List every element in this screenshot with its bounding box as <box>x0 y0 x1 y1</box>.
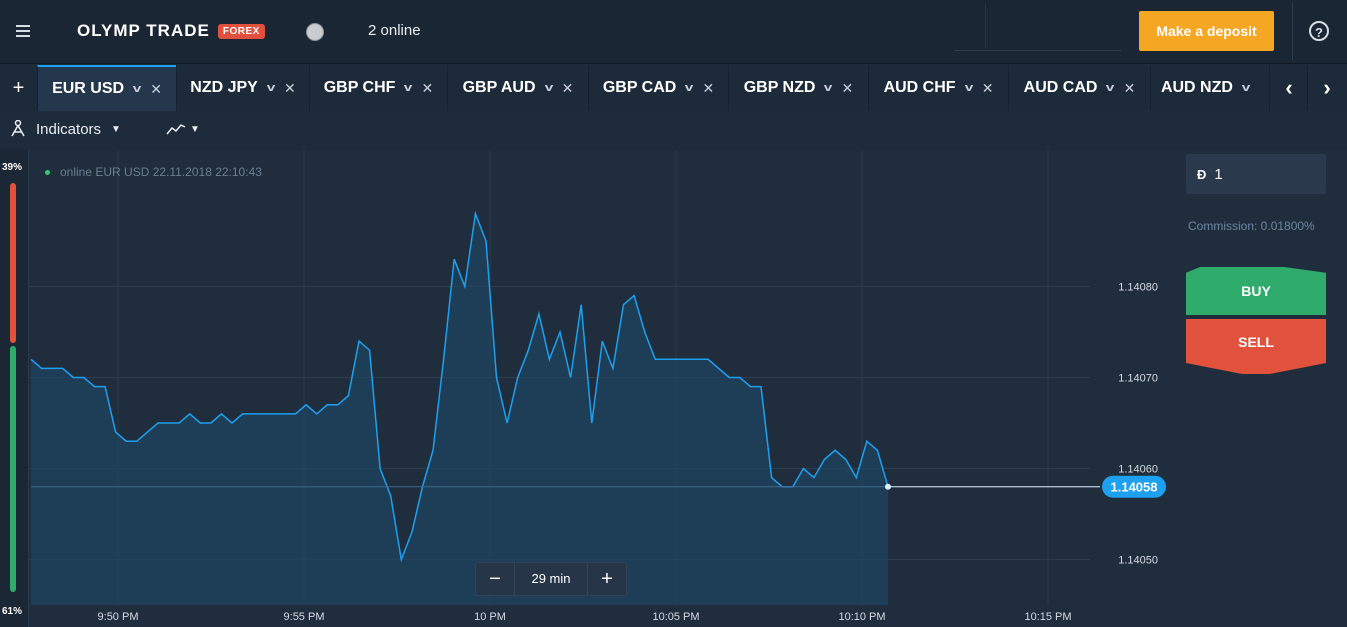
current-price-dot <box>885 483 891 490</box>
close-icon[interactable]: ✕ <box>284 80 296 97</box>
indicators-dropdown[interactable]: Indicators ▼ <box>10 120 121 138</box>
chart-legend: online EUR USD 22.11.2018 22:10:43 <box>45 165 262 179</box>
y-tick-label: 1.14050 <box>1118 555 1158 567</box>
tab-label: AUD CAD <box>1023 79 1098 96</box>
zoom-value: 29 min <box>514 563 588 595</box>
tab-nzd-jpy[interactable]: NZD JPY v ✕ <box>176 65 309 111</box>
current-price-label: 1.14058 <box>1111 480 1158 495</box>
x-tick-label: 10:05 PM <box>652 611 699 623</box>
price-chart[interactable]: 1.14080 1.14070 1.14060 1.14050 9:50 PM 9:55 … <box>0 150 1347 627</box>
tab-label: AUD CHF <box>883 79 956 96</box>
asset-tabs: + EUR USD v ✕ NZD JPY v ✕ GBP CHF v ✕ GB… <box>0 65 1347 112</box>
sell-sentiment-fill <box>10 183 16 343</box>
chevron-down-icon[interactable]: v <box>1242 82 1251 94</box>
sentiment-bar: 39% 61% <box>0 150 29 627</box>
tab-aud-nzd[interactable]: AUD NZD v <box>1150 65 1269 111</box>
chart-toolbar: Indicators ▼ ▼ <box>0 111 1347 149</box>
x-tick-label: 10 PM <box>474 611 506 623</box>
indicators-icon <box>11 120 25 137</box>
tab-label: GBP CAD <box>602 79 677 96</box>
sell-button[interactable]: SELL <box>1186 319 1326 374</box>
x-tick-label: 9:50 PM <box>98 611 139 623</box>
chart-legend-text: online EUR USD 22.11.2018 22:10:43 <box>60 165 262 179</box>
x-tick-label: 10:10 PM <box>838 611 885 623</box>
tab-eur-usd[interactable]: EUR USD v ✕ <box>37 65 176 111</box>
commission-text: Commission: 0.01800% <box>1188 219 1315 233</box>
amount-input[interactable]: Đ 1 <box>1186 154 1326 194</box>
indicators-label: Indicators <box>36 120 102 138</box>
tab-label: AUD NZD <box>1160 79 1233 96</box>
chevron-down-icon[interactable]: v <box>267 82 276 94</box>
zoom-out-button[interactable]: − <box>476 563 514 595</box>
menu-icon[interactable] <box>14 22 34 40</box>
logo[interactable]: OLYMP TRADE FOREX <box>77 20 265 42</box>
zoom-control: − 29 min + <box>475 562 627 596</box>
tab-aud-cad[interactable]: AUD CAD v ✕ <box>1008 65 1150 111</box>
divider <box>955 50 1121 51</box>
close-icon[interactable]: ✕ <box>1124 80 1136 97</box>
close-icon[interactable]: ✕ <box>422 80 434 97</box>
tab-label: GBP NZD <box>743 79 816 96</box>
y-tick-label: 1.14070 <box>1118 373 1158 385</box>
tab-label: GBP CHF <box>323 79 396 96</box>
tab-gbp-chf[interactable]: GBP CHF v ✕ <box>309 65 447 111</box>
tab-gbp-nzd[interactable]: GBP NZD v ✕ <box>728 65 868 111</box>
x-tick-label: 9:55 PM <box>284 611 325 623</box>
make-deposit-button[interactable]: Make a deposit <box>1139 11 1274 51</box>
tab-label: NZD JPY <box>190 79 258 96</box>
tab-aud-chf[interactable]: AUD CHF v ✕ <box>868 65 1008 111</box>
chevron-down-icon[interactable]: v <box>1106 82 1115 94</box>
chart-type-dropdown[interactable]: ▼ <box>166 122 200 136</box>
online-status: 2 online <box>368 22 421 39</box>
close-icon[interactable]: ✕ <box>842 80 854 97</box>
y-tick-label: 1.14060 <box>1118 464 1158 476</box>
tabs-next-icon[interactable]: › <box>1307 65 1346 111</box>
y-tick-label: 1.14080 <box>1118 282 1158 294</box>
close-icon[interactable]: ✕ <box>150 81 162 98</box>
buy-button[interactable]: BUY <box>1186 267 1326 315</box>
close-icon[interactable]: ✕ <box>562 80 574 97</box>
chevron-down-icon[interactable]: v <box>685 82 694 94</box>
chevron-down-icon[interactable]: v <box>824 82 833 94</box>
close-icon[interactable]: ✕ <box>982 80 994 97</box>
help-icon[interactable]: ? <box>1309 21 1329 41</box>
chevron-down-icon[interactable]: v <box>133 83 142 95</box>
line-chart-icon <box>166 124 186 135</box>
buy-sentiment-fill <box>10 346 16 592</box>
tab-gbp-cad[interactable]: GBP CAD v ✕ <box>588 65 728 111</box>
top-bar: OLYMP TRADE FOREX 2 online Make a deposi… <box>0 0 1347 64</box>
caret-down-icon: ▼ <box>190 123 200 135</box>
caret-down-icon: ▼ <box>111 123 121 135</box>
chevron-down-icon[interactable]: v <box>404 82 413 94</box>
live-dot-icon <box>45 169 50 175</box>
divider <box>1292 2 1293 60</box>
sentiment-top-percent: 39% <box>2 162 23 173</box>
tab-label: EUR USD <box>52 80 125 97</box>
tab-gbp-aud[interactable]: GBP AUD v ✕ <box>447 65 588 111</box>
chevron-down-icon[interactable]: v <box>544 82 553 94</box>
currency-symbol: Đ <box>1197 166 1207 182</box>
avatar[interactable] <box>306 23 324 41</box>
tab-label: GBP AUD <box>462 79 536 96</box>
close-icon[interactable]: ✕ <box>702 80 714 97</box>
brand-name: OLYMP TRADE <box>77 21 210 40</box>
zoom-in-button[interactable]: + <box>588 563 626 595</box>
amount-value: 1 <box>1214 165 1223 183</box>
divider <box>985 4 986 48</box>
forex-badge: FOREX <box>217 23 265 39</box>
tabs-prev-icon[interactable]: ‹ <box>1269 65 1308 111</box>
x-tick-label: 10:15 PM <box>1024 611 1071 623</box>
add-tab-button[interactable]: + <box>0 65 37 111</box>
chevron-down-icon[interactable]: v <box>964 82 973 94</box>
sentiment-bottom-percent: 61% <box>2 606 23 617</box>
